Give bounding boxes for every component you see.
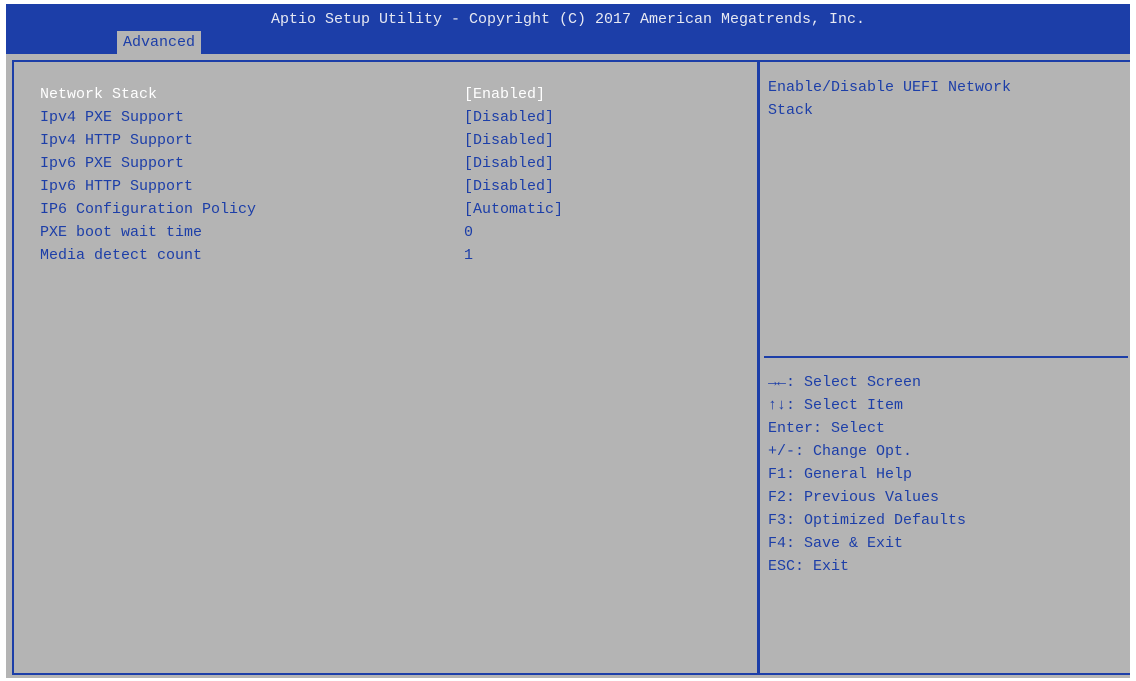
key-hint-general-help: F1: General Help — [768, 466, 913, 483]
setting-value[interactable]: [Disabled] — [464, 152, 554, 175]
tab-advanced[interactable]: Advanced — [117, 31, 202, 54]
setting-label: PXE boot wait time — [40, 224, 203, 241]
key-hint-enter-select: Enter: Select — [768, 420, 886, 437]
setting-row-ip6-configuration-policy[interactable]: IP6 Configuration Policy [Automatic] — [40, 198, 740, 221]
setting-label: Media detect count — [40, 247, 203, 264]
setting-label: Ipv4 PXE Support — [40, 109, 185, 126]
setting-row-ipv4-pxe-support[interactable]: Ipv4 PXE Support [Disabled] — [40, 106, 740, 129]
setting-label: IP6 Configuration Policy — [40, 201, 257, 218]
key-hint-select-item: ↑↓: Select Item — [768, 397, 904, 414]
setting-value[interactable]: [Disabled] — [464, 129, 554, 152]
key-hint-exit: ESC: Exit — [768, 558, 850, 575]
setting-value[interactable]: [Disabled] — [464, 175, 554, 198]
setting-row-network-stack[interactable]: Network Stack [Enabled] — [40, 83, 740, 106]
setting-value[interactable]: [Automatic] — [464, 198, 563, 221]
help-description-line-2: Stack — [768, 102, 814, 119]
setting-row-ipv4-http-support[interactable]: Ipv4 HTTP Support [Disabled] — [40, 129, 740, 152]
setting-label: Ipv4 HTTP Support — [40, 132, 194, 149]
setting-row-media-detect-count[interactable]: Media detect count 1 — [40, 244, 740, 267]
help-panel — [759, 60, 1130, 675]
setting-value[interactable]: 0 — [464, 221, 473, 244]
header-bar: Aptio Setup Utility - Copyright (C) 2017… — [6, 4, 1130, 54]
setting-label: Ipv6 HTTP Support — [40, 178, 194, 195]
setting-row-pxe-boot-wait-time[interactable]: PXE boot wait time 0 — [40, 221, 740, 244]
setting-label: Network Stack — [40, 86, 158, 103]
setting-row-ipv6-http-support[interactable]: Ipv6 HTTP Support [Disabled] — [40, 175, 740, 198]
setting-value[interactable]: [Enabled] — [464, 83, 545, 106]
key-hint-change-opt: +/-: Change Opt. — [768, 443, 913, 460]
key-hint-save-exit: F4: Save & Exit — [768, 535, 904, 552]
help-divider — [764, 356, 1128, 358]
key-hint-select-screen: →←: Select Screen — [768, 374, 922, 391]
setting-value[interactable]: 1 — [464, 244, 473, 267]
setting-value[interactable]: [Disabled] — [464, 106, 554, 129]
help-description-line-1: Enable/Disable UEFI Network — [768, 79, 1012, 96]
setting-label: Ipv6 PXE Support — [40, 155, 185, 172]
header-title: Aptio Setup Utility - Copyright (C) 2017… — [270, 11, 866, 28]
setting-row-ipv6-pxe-support[interactable]: Ipv6 PXE Support [Disabled] — [40, 152, 740, 175]
key-hint-previous-values: F2: Previous Values — [768, 489, 940, 506]
key-hint-optimized-defaults: F3: Optimized Defaults — [768, 512, 967, 529]
bios-setup-screen: Aptio Setup Utility - Copyright (C) 2017… — [0, 0, 1136, 681]
